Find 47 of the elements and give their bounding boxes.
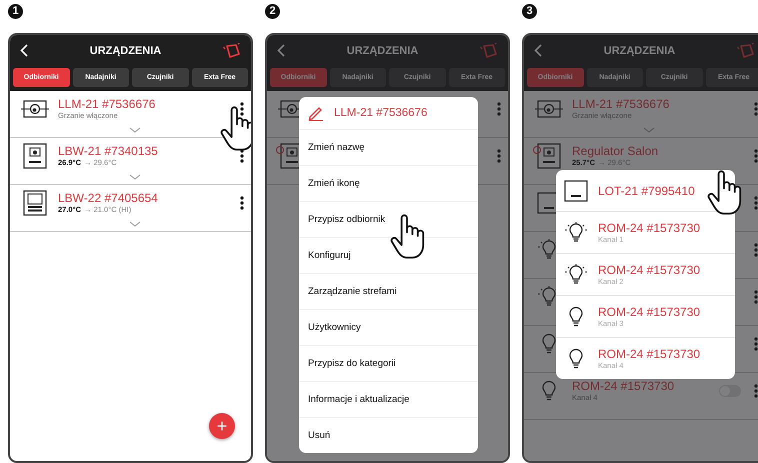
step-number: 2	[265, 4, 280, 19]
screen-title: URZĄDZENIA	[90, 44, 162, 56]
chevron-down-icon[interactable]	[128, 174, 140, 180]
menu-item[interactable]: Zarządzanie strefami	[308, 286, 397, 297]
pump-icon	[535, 99, 563, 119]
pump-icon	[21, 99, 49, 119]
bulb-icon	[568, 348, 584, 370]
more-options-icon[interactable]	[240, 102, 244, 116]
display-panel-icon	[23, 190, 47, 216]
device-option[interactable]: ROM-24 #1573730	[598, 262, 700, 276]
bulb-icon	[568, 306, 584, 328]
screen-title: URZĄDZENIA	[346, 44, 418, 56]
chevron-down-icon[interactable]	[128, 127, 140, 133]
back-icon[interactable]	[20, 44, 28, 57]
device-name[interactable]: LLM-21 #7536676	[58, 97, 233, 111]
step-number: 3	[522, 4, 537, 19]
menu-title: LLM-21 #7536676	[334, 107, 428, 119]
bulb-icon	[541, 333, 557, 355]
device-name[interactable]: LLM-21 #7536676	[572, 97, 747, 111]
device-option[interactable]: ROM-24 #1573730	[598, 304, 700, 318]
more-options-icon[interactable]	[240, 196, 244, 210]
menu-item[interactable]: Zmień ikonę	[308, 178, 360, 189]
lit-bulb-icon	[565, 222, 587, 244]
menu-item[interactable]: Informacje i aktualizacje	[308, 394, 410, 405]
menu-item[interactable]: Konfiguruj	[308, 250, 351, 261]
device-option[interactable]: ROM-24 #1573730	[598, 220, 700, 234]
device-name[interactable]: Regulator Salon	[572, 144, 747, 158]
menu-item[interactable]: Zmień nazwę	[308, 142, 364, 153]
menu-item[interactable]: Przypisz do kategorii	[308, 358, 396, 369]
device-name[interactable]: LBW-22 #7405654	[58, 191, 233, 205]
device-option[interactable]: LOT-21 #7995410	[598, 184, 695, 198]
menu-item[interactable]: Przypisz odbiornik	[308, 214, 386, 225]
menu-item[interactable]: Użytkownicy	[308, 322, 361, 333]
lit-bulb-icon	[565, 264, 587, 286]
pencil-icon	[308, 105, 324, 121]
bulb-icon	[541, 380, 557, 402]
chevron-down-icon[interactable]	[128, 221, 140, 227]
menu-item[interactable]: Usuń	[308, 430, 330, 441]
thermostat-icon	[23, 143, 47, 169]
module-icon	[564, 180, 588, 202]
add-button[interactable]: +	[209, 413, 235, 439]
device-option[interactable]: ROM-24 #1573730	[598, 346, 700, 360]
thermostat-icon	[537, 143, 561, 169]
more-options-icon[interactable]	[240, 149, 244, 163]
device-name[interactable]: ROM-24 #1573730	[572, 379, 719, 393]
screen-title: URZĄDZENIA	[604, 44, 676, 56]
step-number: 1	[8, 4, 23, 19]
